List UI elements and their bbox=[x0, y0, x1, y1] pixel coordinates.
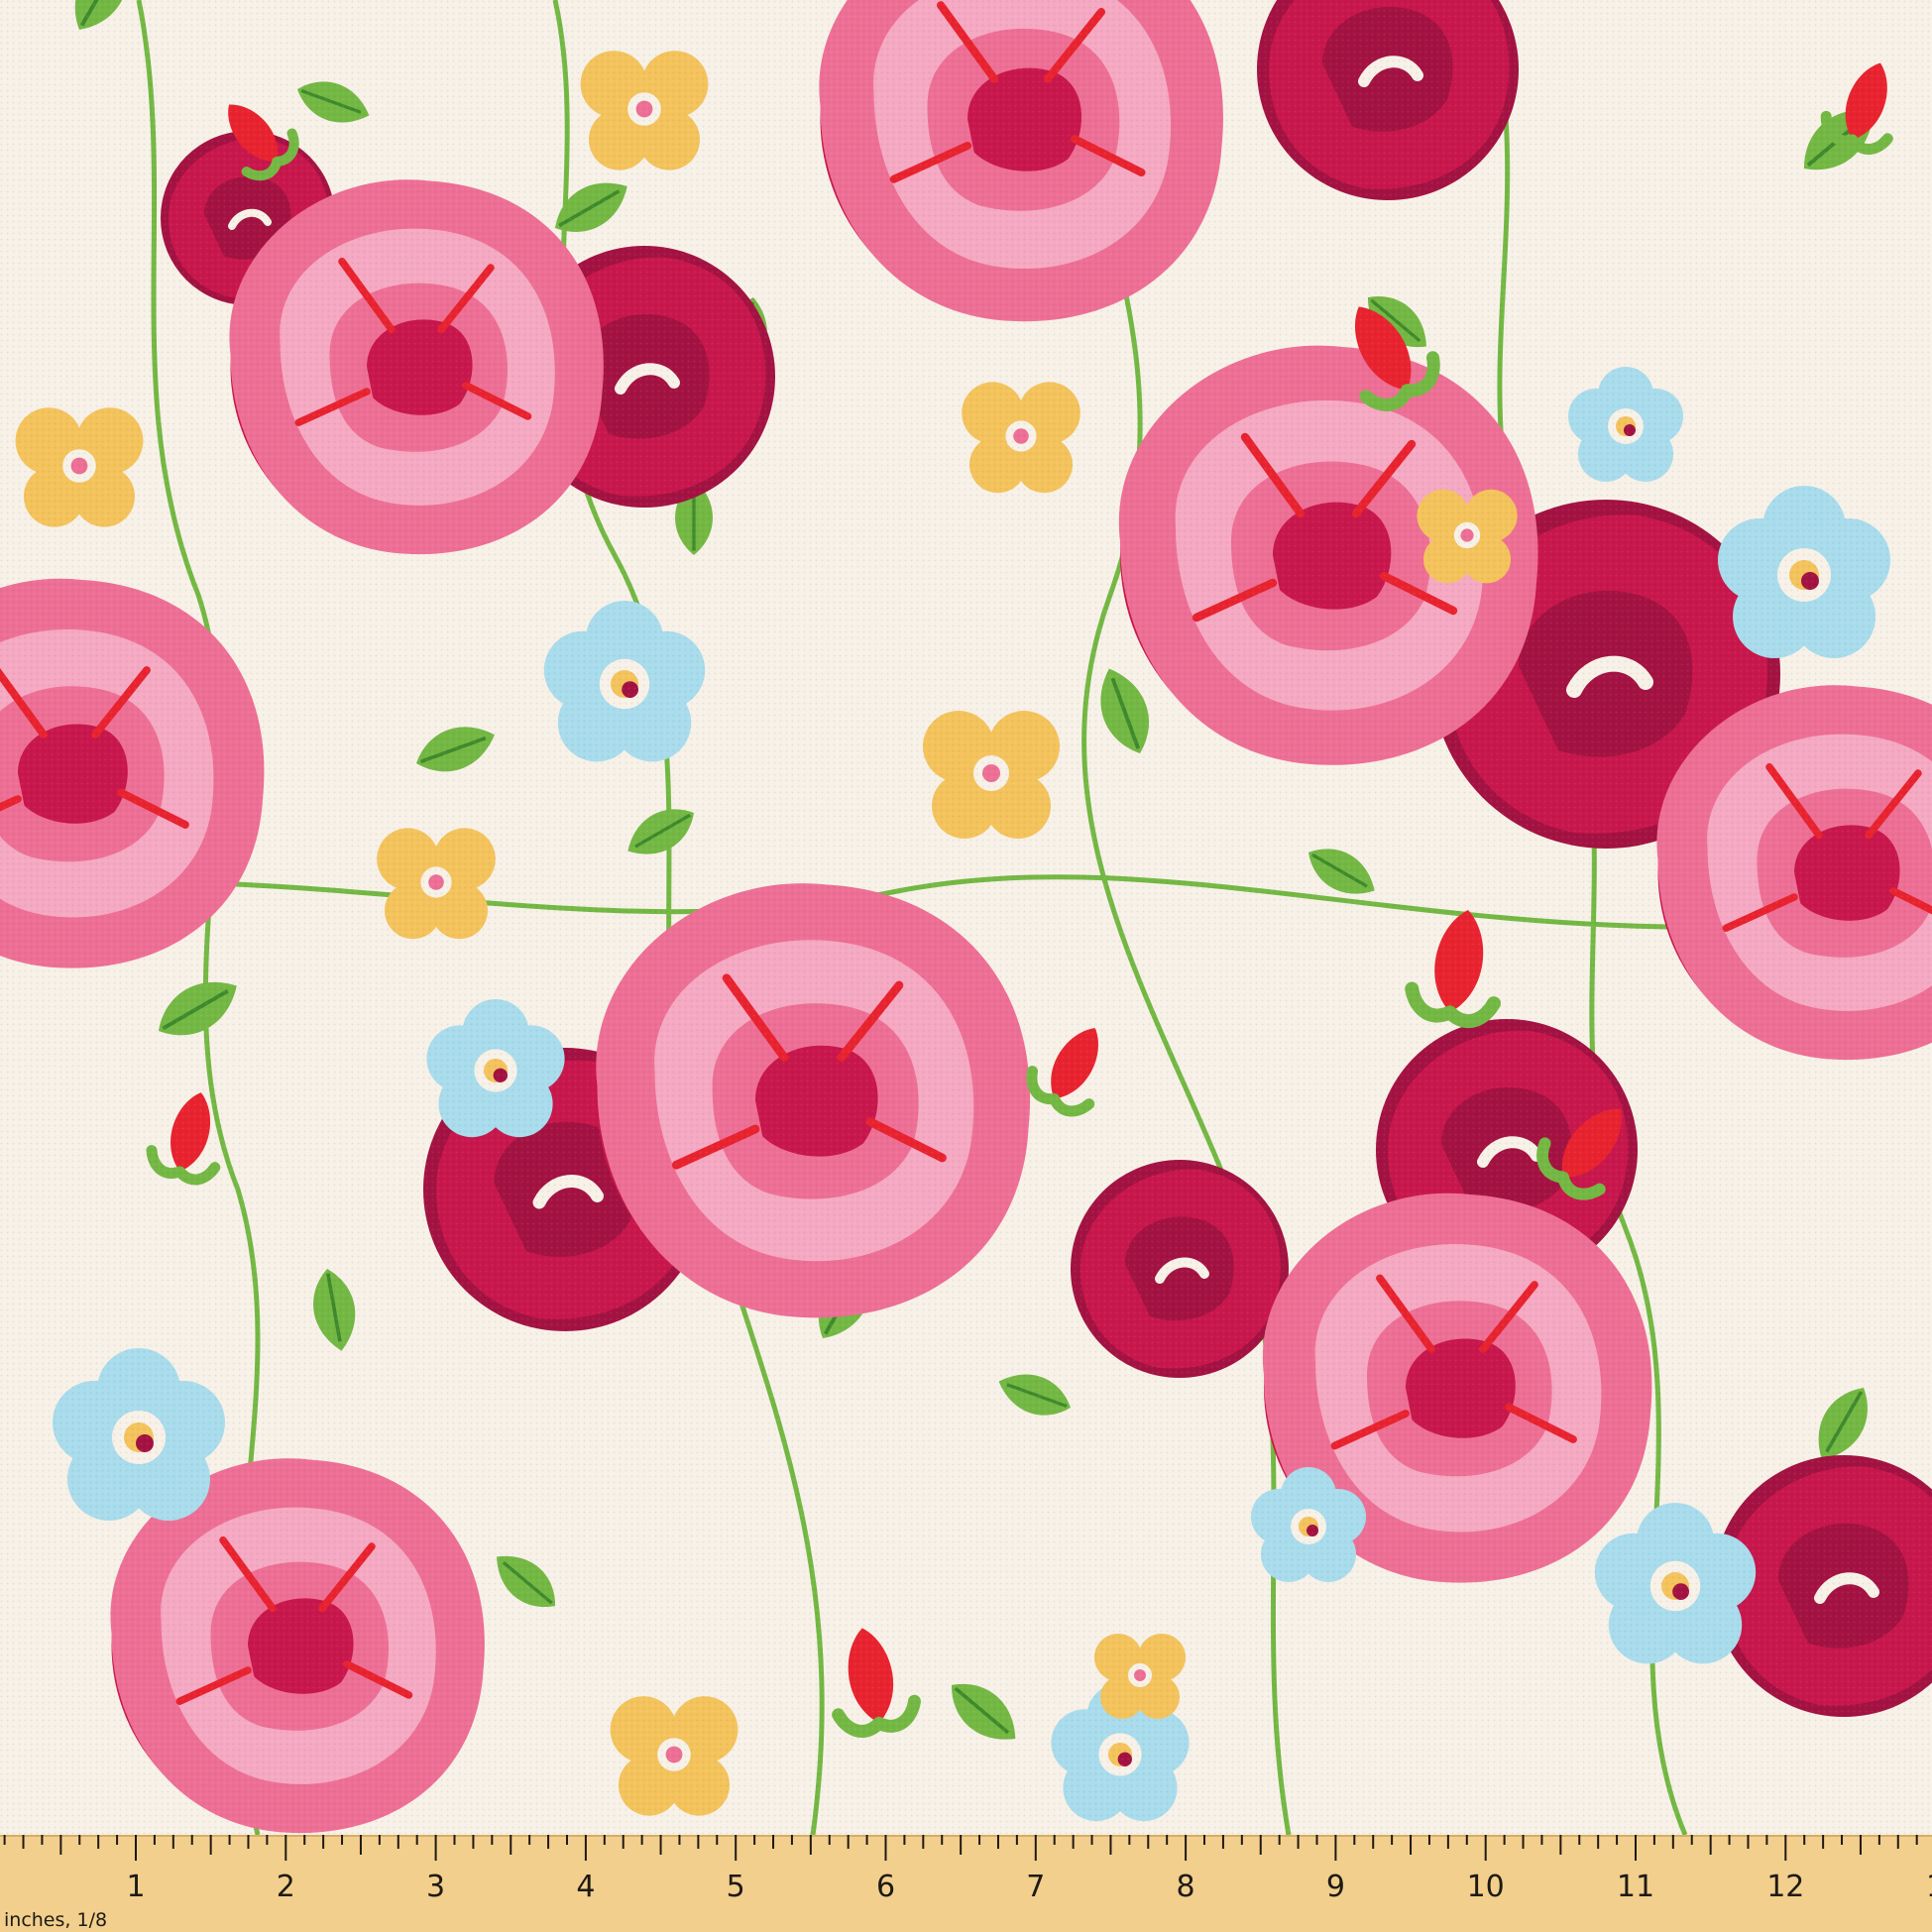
fabric-swatch-photo: 1234567891011121 inches, 1/8 bbox=[0, 0, 1932, 1932]
ruler-number: 8 bbox=[1177, 1870, 1195, 1904]
ruler-number: 4 bbox=[576, 1870, 595, 1904]
ruler-number: 10 bbox=[1467, 1870, 1505, 1904]
ruler-number: 6 bbox=[876, 1870, 895, 1904]
weave-texture bbox=[0, 0, 1932, 1835]
ruler-number: 7 bbox=[1026, 1870, 1045, 1904]
ruler-number: 11 bbox=[1617, 1870, 1654, 1904]
ruler-number: 1 bbox=[1926, 1870, 1932, 1904]
ruler-number: 1 bbox=[126, 1870, 145, 1904]
measuring-ruler: 1234567891011121 inches, 1/8 bbox=[0, 1835, 1932, 1932]
ruler-unit-label: inches, 1/8 bbox=[4, 1909, 107, 1931]
ruler-number: 9 bbox=[1326, 1870, 1345, 1904]
ruler-number: 2 bbox=[277, 1870, 295, 1904]
floral-fabric-pattern bbox=[0, 0, 1932, 1835]
ruler-number: 12 bbox=[1766, 1870, 1804, 1904]
ruler-number: 5 bbox=[727, 1870, 745, 1904]
ruler-number: 3 bbox=[426, 1870, 445, 1904]
